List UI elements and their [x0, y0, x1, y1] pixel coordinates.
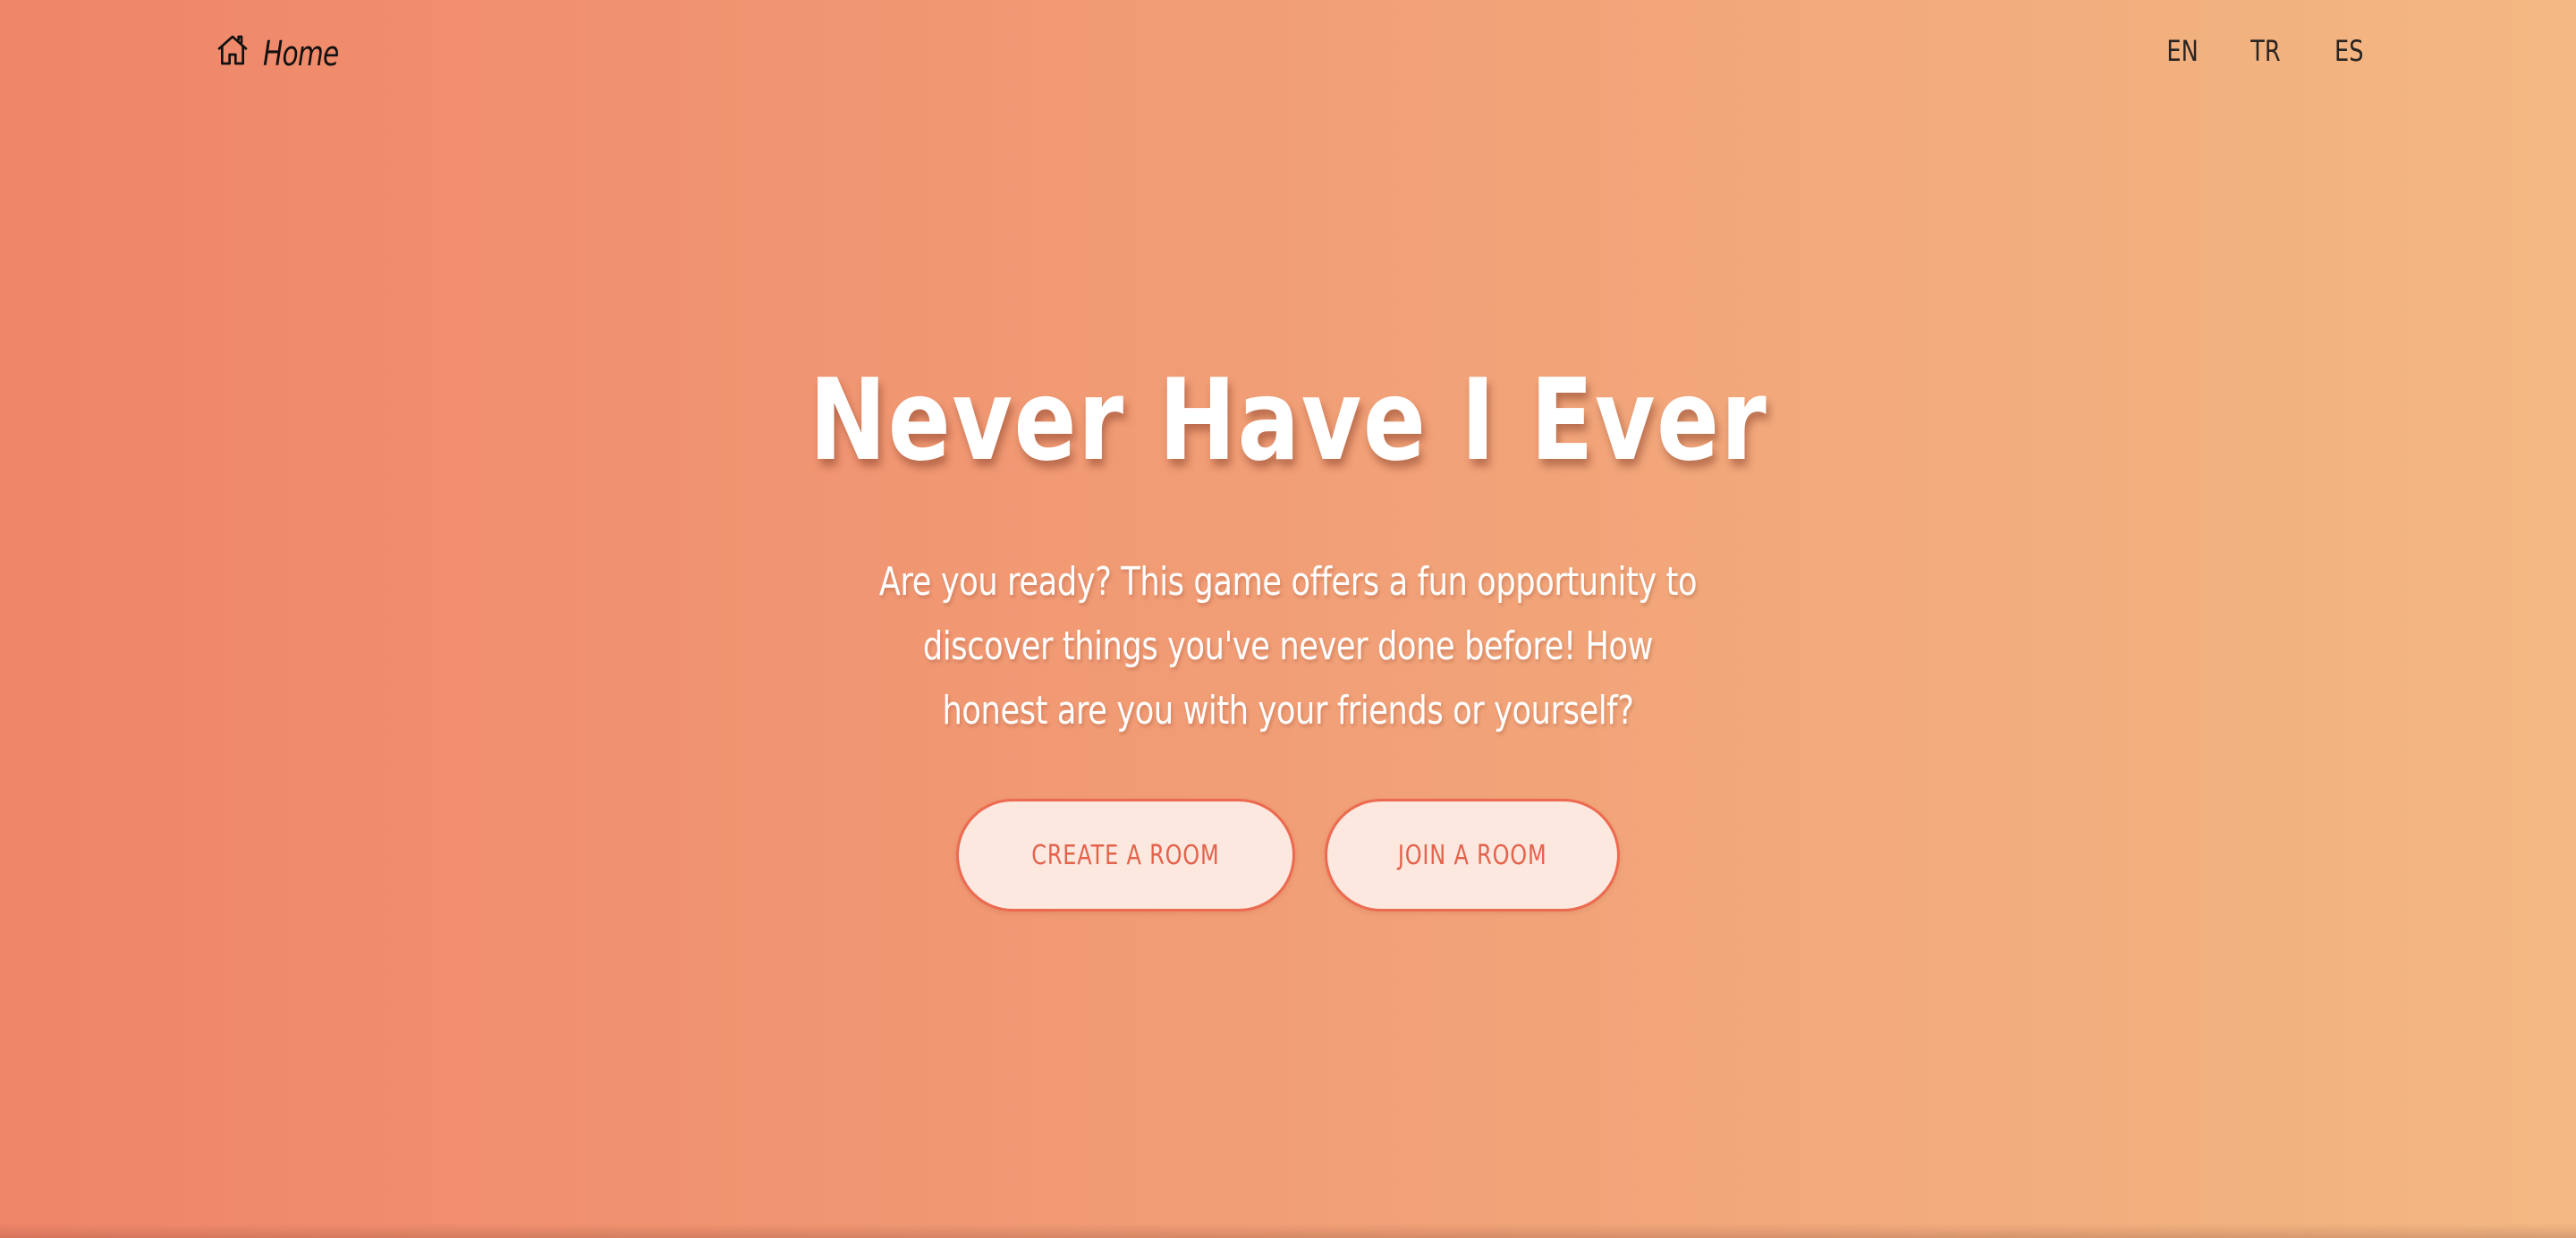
- create-room-label: CREATE A ROOM: [1031, 839, 1220, 871]
- language-tr[interactable]: TR: [2250, 34, 2280, 68]
- top-navigation: Home EN TR ES: [0, 0, 2576, 107]
- create-room-button[interactable]: CREATE A ROOM: [956, 799, 1295, 912]
- join-room-label: JOIN A ROOM: [1397, 839, 1547, 871]
- language-es[interactable]: ES: [2334, 34, 2363, 68]
- page-title: Never Have I Ever: [0, 353, 2576, 488]
- language-en[interactable]: EN: [2166, 34, 2198, 68]
- join-room-button[interactable]: JOIN A ROOM: [1325, 799, 1620, 912]
- page-title-text: Never Have I Ever: [809, 354, 1767, 486]
- game-description: Are you ready? This game offers a fun op…: [769, 550, 1807, 743]
- language-switcher: EN TR ES: [0, 34, 2576, 70]
- bottom-edge-shadow: [0, 1224, 2576, 1238]
- game-description-text: Are you ready? This game offers a fun op…: [878, 559, 1698, 733]
